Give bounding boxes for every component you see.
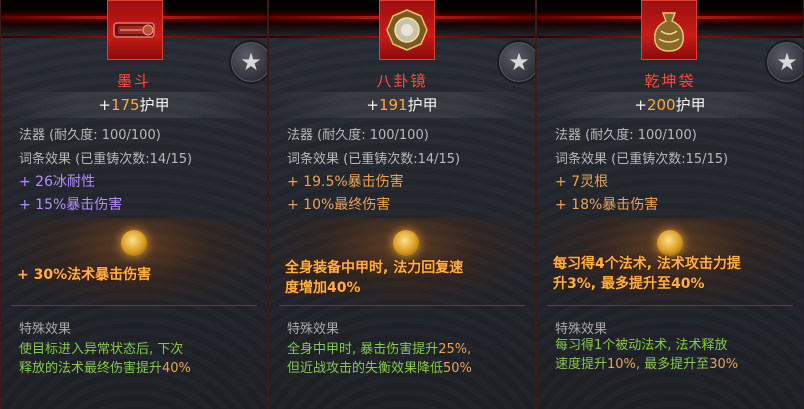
special-effect-line: 速度提升10%, 最多提升至30% [555,357,739,372]
affix-line: + 19.5%暴击伤害 [287,174,404,190]
affix-line: + 15%暴击伤害 [19,197,123,213]
item-type-durability: 法器 (耐久度: 100/100) [287,128,429,143]
divider [11,305,257,306]
medallion-icon [121,230,147,256]
item-type-durability: 法器 (耐久度: 100/100) [555,128,697,143]
ability-line: 度增加40% [285,280,361,296]
medallion-icon [393,230,419,256]
affix-line: + 7灵根 [555,174,609,190]
item-icon-frame [107,0,163,60]
special-effect-line: 但近战攻击的失衡效果降低50% [287,361,472,376]
item-icon-frame [641,0,697,60]
item-icon-frame [379,0,435,60]
ability-line: 每习得4个法术, 法术攻击力提 [553,256,741,272]
stat-prefix: + [366,96,379,114]
stat-value: 191 [378,96,408,114]
special-effect-title: 特殊效果 [19,322,72,337]
stat-suffix: 护甲 [139,96,170,114]
ability-line: + 30%法术暴击伤害 [17,267,152,283]
stat-value: 200 [646,96,676,114]
stat-prefix: + [98,96,111,114]
item-card-modou[interactable]: ★ 墨斗 +175护甲 法器 (耐久度: 100/100) 词条效果 (已重铸次… [0,0,268,409]
ability-line: 全身装备中甲时, 法力回复速 [285,260,464,276]
special-effect-title: 特殊效果 [287,322,340,337]
item-name: 八卦镜 [376,72,428,90]
special-effect-line: 全身中甲时, 暴击伤害提升25%, [287,342,472,357]
item-card-qiankun-bag[interactable]: ★ 乾坤袋 +200护甲 法器 (耐久度: 100/100) 词条效果 (已重铸… [536,0,804,409]
special-effect-line: 每习得1个被动法术, 法术释放 [555,338,728,353]
stat-suffix: 护甲 [675,96,706,114]
medallion-icon [657,230,683,256]
affix-line: + 10%最终伤害 [287,197,391,213]
special-effect-title: 特殊效果 [555,322,608,337]
stat-prefix: + [634,96,647,114]
special-effect-line: 释放的法术最终伤害提升40% [19,361,191,376]
affix-header: 词条效果 (已重铸次数:14/15) [19,152,193,167]
divider [547,305,793,306]
item-name: 乾坤袋 [644,72,696,90]
stat-value: 175 [110,96,140,114]
affix-header: 词条效果 (已重铸次数:15/15) [555,152,729,167]
divider [279,305,525,306]
item-name: 墨斗 [116,72,151,90]
affix-line: + 18%暴击伤害 [555,197,659,213]
special-effect-line: 使目标进入异常状态后, 下次 [19,342,184,357]
stat-suffix: 护甲 [407,96,438,114]
ink-line-tool-icon [113,22,155,38]
item-type-durability: 法器 (耐久度: 100/100) [19,128,161,143]
armor-stat: +200护甲 [537,92,803,118]
item-card-bagua-mirror[interactable]: ★ 八卦镜 +191护甲 法器 (耐久度: 100/100) 词条效果 (已重铸… [268,0,536,409]
bagua-mirror-icon [386,9,428,51]
affix-header: 词条效果 (已重铸次数:14/15) [287,152,461,167]
ability-line: 升3%, 最多提升至40% [553,276,705,292]
armor-stat: +175护甲 [1,92,267,118]
qiankun-bag-icon [653,12,685,52]
armor-stat: +191护甲 [269,92,535,118]
affix-line: + 26冰耐性 [19,174,95,190]
